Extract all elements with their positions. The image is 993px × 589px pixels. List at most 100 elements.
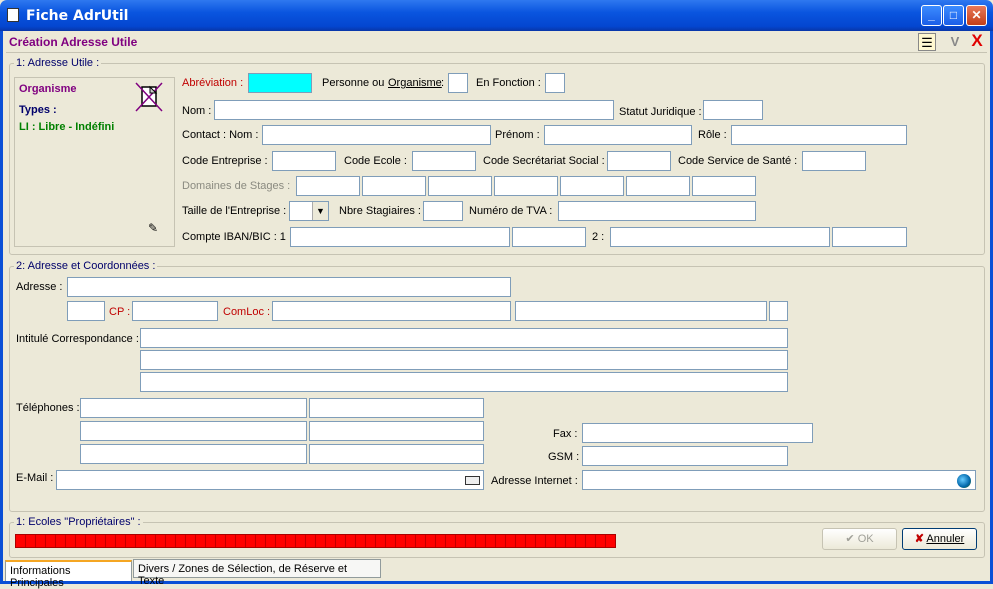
en-fonction-label: En Fonction : <box>476 77 541 89</box>
organisme-label: Organisme <box>388 77 442 89</box>
comloc-label: ComLoc : <box>223 306 271 318</box>
telephones-label: Téléphones : <box>16 402 80 414</box>
intitule-input-3[interactable] <box>140 372 788 392</box>
contact-nom-label: Contact : Nom : <box>182 129 259 141</box>
bic-2-input[interactable] <box>832 227 907 247</box>
cancel-icon: ✘ <box>914 533 924 545</box>
code-ecole-label: Code Ecole : <box>344 155 407 167</box>
edit-card-icon[interactable]: ✎ <box>144 219 162 237</box>
document-icon <box>7 8 19 22</box>
comloc-input[interactable] <box>272 301 511 321</box>
nom-label: Nom : <box>182 105 212 117</box>
domaine-input-7[interactable] <box>692 176 756 196</box>
domaine-input-2[interactable] <box>362 176 426 196</box>
organisme-colon: : <box>441 77 445 89</box>
domaine-input-3[interactable] <box>428 176 492 196</box>
prenom-label: Prénom : <box>495 129 540 141</box>
personne-organisme-input[interactable] <box>448 73 468 93</box>
bic-1-input[interactable] <box>512 227 586 247</box>
role-input[interactable] <box>731 125 907 145</box>
internet-label: Adresse Internet : <box>491 475 578 487</box>
code-entreprise-label: Code Entreprise : <box>182 155 268 167</box>
globe-icon[interactable] <box>957 474 971 488</box>
role-label: Rôle : <box>698 129 727 141</box>
abreviation-input[interactable] <box>248 73 312 93</box>
section-2-title: 2: Adresse et Coordonnées : <box>14 260 158 272</box>
cp-input[interactable] <box>132 301 218 321</box>
telephone-desc-2[interactable] <box>309 421 484 441</box>
title-bar[interactable] <box>0 0 993 31</box>
divider <box>6 52 987 53</box>
types-label: Types : <box>19 104 57 116</box>
iban-2-input[interactable] <box>610 227 830 247</box>
en-fonction-input[interactable] <box>545 73 565 93</box>
envelope-icon[interactable] <box>465 476 480 485</box>
section-3-title: 1: Ecoles "Propriétaires" : <box>14 516 143 528</box>
taille-label: Taille de l'Entreprise : <box>182 205 287 217</box>
close-button[interactable]: ✕ <box>966 5 987 26</box>
window-title: Fiche AdrUtil <box>26 8 129 24</box>
annuler-button[interactable]: ✘ Annuler <box>902 528 977 550</box>
cancel-x-icon[interactable]: X <box>968 32 986 50</box>
domaine-input-5[interactable] <box>560 176 624 196</box>
nom-input[interactable] <box>214 100 614 120</box>
tva-label: Numéro de TVA : <box>469 205 553 217</box>
ok-button[interactable]: ✔ OK <box>822 528 897 550</box>
contact-nom-input[interactable] <box>262 125 491 145</box>
email-input[interactable] <box>56 470 484 490</box>
tab-divers[interactable]: Divers / Zones de Sélection, de Réserve … <box>133 559 381 587</box>
prenom-input[interactable] <box>544 125 692 145</box>
pays-input[interactable] <box>67 301 105 321</box>
iban-label: Compte IBAN/BIC : 1 : <box>182 231 293 243</box>
nbre-stagiaires-label: Nbre Stagiaires : <box>339 205 421 217</box>
code-sante-input[interactable] <box>802 151 866 171</box>
internet-input[interactable] <box>582 470 976 490</box>
code-secretariat-label: Code Secrétariat Social : <box>483 155 605 167</box>
maximize-button[interactable]: □ <box>943 5 964 26</box>
telephone-input-3[interactable] <box>80 444 307 464</box>
notes-icon[interactable]: ☰ <box>918 33 936 51</box>
section-1-title: 1: Adresse Utile : <box>14 57 102 69</box>
email-label: E-Mail : <box>16 472 54 484</box>
code-sante-label: Code Service de Santé : <box>678 155 798 167</box>
check-icon[interactable]: V <box>946 33 964 51</box>
chevron-down-icon[interactable]: ▼ <box>312 202 328 220</box>
personne-ou-label: Personne ou <box>322 77 385 89</box>
intitule-input-2[interactable] <box>140 350 788 370</box>
domaine-input-1[interactable] <box>296 176 360 196</box>
localite-input[interactable] <box>515 301 767 321</box>
domaine-input-6[interactable] <box>626 176 690 196</box>
organism-heading: Organisme <box>19 83 77 95</box>
code-entreprise-input[interactable] <box>272 151 336 171</box>
domaines-label: Domaines de Stages : <box>182 180 291 192</box>
new-document-icon[interactable] <box>134 81 164 113</box>
adresse-label: Adresse : <box>16 281 63 293</box>
localite-extra-input[interactable] <box>769 301 788 321</box>
fax-input[interactable] <box>582 423 813 443</box>
type-value: LI : Libre - Indéfini <box>19 121 115 133</box>
tva-input[interactable] <box>558 201 756 221</box>
iban-1-input[interactable] <box>290 227 510 247</box>
domaine-input-4[interactable] <box>494 176 558 196</box>
form-subtitle: Création Adresse Utile <box>9 35 138 49</box>
statut-label: Statut Juridique : <box>619 106 702 118</box>
telephone-desc-1[interactable] <box>309 398 484 418</box>
nbre-stagiaires-input[interactable] <box>423 201 463 221</box>
ok-label: OK <box>857 533 874 545</box>
intitule-input-1[interactable] <box>140 328 788 348</box>
code-ecole-input[interactable] <box>412 151 476 171</box>
adresse-input[interactable] <box>67 277 511 297</box>
abreviation-label: Abréviation : <box>182 77 244 89</box>
code-secretariat-input[interactable] <box>607 151 671 171</box>
cp-label: CP : <box>109 306 131 318</box>
telephone-input-2[interactable] <box>80 421 307 441</box>
ecoles-progress-bar <box>15 534 616 548</box>
telephone-desc-3[interactable] <box>309 444 484 464</box>
fax-label: Fax : <box>553 428 578 440</box>
telephone-input-1[interactable] <box>80 398 307 418</box>
minimize-button[interactable]: _ <box>921 5 942 26</box>
tab-informations-principales[interactable]: Informations Principales <box>5 560 132 589</box>
statut-input[interactable] <box>703 100 763 120</box>
annuler-label: Annuler <box>926 533 965 545</box>
gsm-input[interactable] <box>582 446 788 466</box>
